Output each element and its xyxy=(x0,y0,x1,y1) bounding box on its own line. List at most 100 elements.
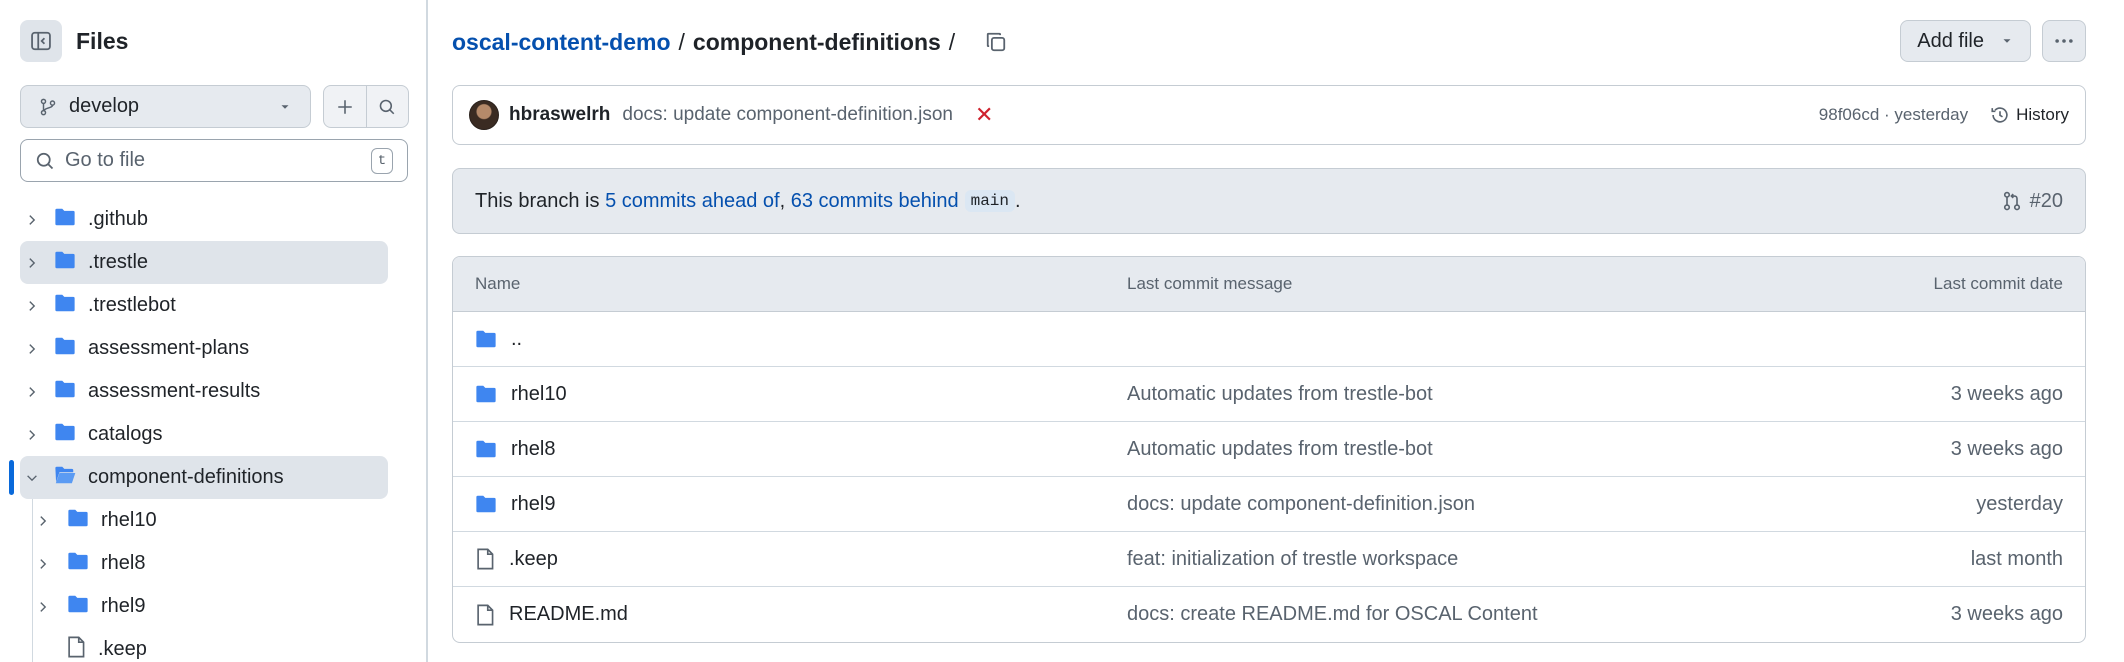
search-tree-button[interactable] xyxy=(367,86,409,127)
commits-ahead-link[interactable]: 5 commits ahead of xyxy=(605,190,780,213)
table-body: rhel10 Automatic updates from trestle-bot… xyxy=(453,367,2085,642)
chevron-down-icon xyxy=(27,474,37,481)
expand-toggle[interactable] xyxy=(22,256,42,270)
tree-item-label: assessment-plans xyxy=(88,337,250,359)
tree-action-group xyxy=(323,85,409,128)
expand-toggle[interactable] xyxy=(22,471,42,485)
expand-toggle[interactable] xyxy=(22,342,42,356)
tree-item[interactable]: rhel9 xyxy=(0,585,428,628)
search-icon xyxy=(379,99,395,114)
branch-controls: develop xyxy=(20,85,409,128)
chevron-right-icon xyxy=(40,558,47,569)
expand-toggle[interactable] xyxy=(22,299,42,313)
tree-item-label: assessment-results xyxy=(88,380,261,402)
commits-behind-link[interactable]: 63 commits behind xyxy=(791,190,959,213)
expand-toggle[interactable] xyxy=(33,514,53,528)
expand-toggle[interactable] xyxy=(22,213,42,227)
avatar[interactable] xyxy=(469,100,499,130)
add-file-label: Add file xyxy=(1917,29,1984,52)
file-name-link[interactable]: .keep xyxy=(509,548,558,571)
pull-request-number: #20 xyxy=(2029,189,2063,212)
copy-path-button[interactable] xyxy=(985,31,1007,53)
expand-toggle[interactable] xyxy=(33,557,53,571)
tree-item-label: .trestle xyxy=(88,251,149,273)
go-to-file-box: t xyxy=(20,139,408,182)
parent-directory-row[interactable]: .. xyxy=(453,312,2085,367)
app-root: Files develop t .github.trestl xyxy=(0,0,2124,662)
folder-icon xyxy=(476,330,496,348)
header-message: Last commit message xyxy=(1127,274,1293,293)
table-row[interactable]: rhel9 docs: update component-definition.j… xyxy=(453,477,2085,532)
expand-toggle[interactable] xyxy=(33,600,53,614)
expand-toggle[interactable] xyxy=(22,428,42,442)
commit-message-link[interactable]: Automatic updates from trestle-bot xyxy=(1127,383,1763,406)
git-pull-request-icon xyxy=(2003,191,2020,211)
table-row[interactable]: .keep feat: initialization of trestle wor… xyxy=(453,532,2085,587)
sidebar-header: Files xyxy=(20,20,128,62)
more-options-button[interactable] xyxy=(2042,20,2086,62)
tree-item[interactable]: component-definitions xyxy=(0,456,428,499)
table-header: Name Last commit message Last commit dat… xyxy=(453,257,2085,312)
tree-item-label: component-definitions xyxy=(88,466,284,488)
commit-sha-time[interactable]: 98f06cd · yesterday xyxy=(1819,105,1968,125)
tree-item[interactable]: .trestlebot xyxy=(0,284,428,327)
tree-item-label: rhel10 xyxy=(101,509,157,531)
add-file-tree-button[interactable] xyxy=(324,86,367,127)
commit-message-link[interactable]: docs: create README.md for OSCAL Content xyxy=(1127,603,1763,626)
file-name-link[interactable]: rhel9 xyxy=(511,493,555,516)
folder-icon xyxy=(476,495,496,513)
tree-item-label: rhel8 xyxy=(101,552,146,574)
tree-item[interactable]: assessment-plans xyxy=(0,327,428,370)
commit-message-link[interactable]: docs: update component-definition.json xyxy=(1127,493,1763,516)
table-row[interactable]: rhel8 Automatic updates from trestle-bot 3… xyxy=(453,422,2085,477)
history-button[interactable]: History xyxy=(1990,105,2069,125)
file-name-link[interactable]: README.md xyxy=(509,603,628,626)
tree-item[interactable]: assessment-results xyxy=(0,370,428,413)
search-icon xyxy=(36,152,54,169)
add-file-button[interactable]: Add file xyxy=(1900,20,2031,62)
file-name-link[interactable]: rhel10 xyxy=(511,383,567,406)
folder-icon xyxy=(476,385,496,403)
tree-item[interactable]: rhel8 xyxy=(0,542,428,585)
breadcrumb-repo-link[interactable]: oscal-content-demo xyxy=(452,29,671,56)
tree-item[interactable]: catalogs xyxy=(0,413,428,456)
parent-directory-link[interactable]: .. xyxy=(511,328,522,351)
tree-item[interactable]: .trestle xyxy=(0,241,428,284)
file-icon xyxy=(68,636,85,657)
file-icon xyxy=(477,548,494,570)
table-row[interactable]: README.md docs: create README.md for OSCA… xyxy=(453,587,2085,642)
commit-message-link[interactable]: feat: initialization of trestle workspac… xyxy=(1127,548,1763,571)
branch-status-prefix: This branch is xyxy=(475,189,606,212)
commit-author[interactable]: hbraswelrh xyxy=(509,104,610,126)
breadcrumb-separator: / xyxy=(678,28,685,55)
check-failed-icon[interactable]: ✕ xyxy=(975,102,993,128)
tree-item-label: .trestlebot xyxy=(88,294,176,316)
branch-selector[interactable]: develop xyxy=(20,85,311,128)
shortcut-key: t xyxy=(371,147,393,174)
breadcrumb-separator: / xyxy=(948,28,956,55)
chevron-right-icon xyxy=(29,429,36,440)
expand-toggle[interactable] xyxy=(22,385,42,399)
tree-item[interactable]: rhel10 xyxy=(0,499,428,542)
tree-item[interactable]: .github xyxy=(0,198,428,241)
commit-message-link[interactable]: Automatic updates from trestle-bot xyxy=(1127,438,1763,461)
folder-icon xyxy=(55,251,75,268)
go-to-file-input[interactable] xyxy=(65,149,371,172)
header-name: Name xyxy=(475,274,521,293)
file-tree: .github .trestle .trestlebot assessment-pla… xyxy=(0,198,428,662)
collapse-sidebar-button[interactable] xyxy=(20,20,62,62)
tree-item[interactable]: .keep xyxy=(0,628,428,662)
history-icon xyxy=(1991,107,2008,123)
folder-icon xyxy=(476,440,496,458)
file-name-link[interactable]: rhel8 xyxy=(511,438,555,461)
folder-icon xyxy=(55,380,75,397)
pull-request-link[interactable]: #20 xyxy=(2002,190,2063,213)
base-branch-code: main xyxy=(964,190,1015,212)
commit-date: last month xyxy=(1970,547,2063,570)
commit-message[interactable]: docs: update component-definition.json xyxy=(622,104,953,126)
tree-item-label: rhel9 xyxy=(101,595,146,617)
header-date: Last commit date xyxy=(1933,274,2063,293)
main-content: oscal-content-demo / component-definitio… xyxy=(452,0,2086,662)
table-row[interactable]: rhel10 Automatic updates from trestle-bot… xyxy=(453,367,2085,422)
git-branch-icon xyxy=(40,98,56,115)
